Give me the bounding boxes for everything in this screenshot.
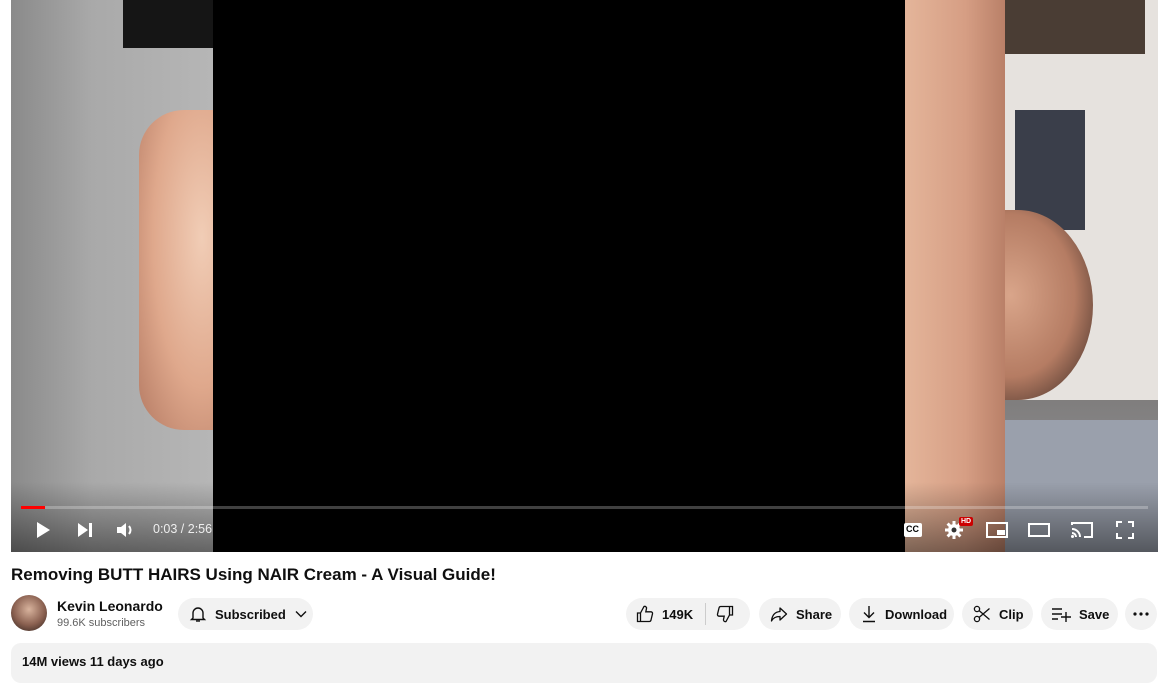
cast-button[interactable] (1070, 518, 1094, 542)
theater-mode-button[interactable] (1027, 518, 1051, 542)
volume-button[interactable] (114, 518, 138, 542)
play-button[interactable] (31, 518, 55, 542)
volume-icon (117, 523, 132, 537)
like-count: 149K (662, 606, 694, 622)
clip-label: Clip (999, 606, 1024, 622)
share-icon (770, 607, 788, 622)
chevron-down-icon (295, 611, 307, 618)
like-divider (705, 603, 707, 625)
video-blackout-overlay (213, 0, 905, 552)
channel-avatar[interactable] (11, 595, 47, 631)
thumbs-down-icon (716, 605, 734, 623)
miniplayer-button[interactable] (985, 518, 1009, 542)
download-label: Download (885, 606, 948, 622)
play-icon (37, 522, 50, 538)
subscriber-count: 99.6K subscribers (57, 617, 146, 629)
clip-button[interactable]: Clip (962, 598, 1033, 630)
time-display: 0:03 / 2:56 (153, 522, 213, 536)
fullscreen-icon (1116, 521, 1134, 539)
download-icon (863, 606, 875, 623)
video-frame-left (11, 0, 229, 552)
scissors-icon (973, 605, 990, 623)
video-title: Removing BUTT HAIRS Using NAIR Cream - A… (11, 565, 496, 584)
cast-icon (1071, 522, 1093, 538)
channel-name[interactable]: Kevin Leonardo (57, 598, 163, 614)
progress-bar[interactable] (21, 506, 1148, 509)
cc-label: CC (906, 524, 919, 534)
subtitles-button[interactable]: CC (902, 518, 924, 542)
like-dislike-group: 149K (626, 598, 750, 630)
thumbs-up-icon (636, 605, 654, 623)
miniplayer-icon (986, 522, 1008, 538)
bell-icon (189, 607, 207, 622)
description-box[interactable]: 14M views 11 days ago (11, 643, 1157, 683)
like-button[interactable]: 149K (636, 605, 693, 623)
more-actions-button[interactable] (1125, 598, 1157, 630)
share-label: Share (796, 606, 833, 622)
subscribed-button[interactable]: Subscribed (178, 598, 313, 630)
fullscreen-button[interactable] (1113, 518, 1137, 542)
save-label: Save (1079, 606, 1110, 622)
more-horizontal-icon (1133, 612, 1149, 616)
view-count-date: 14M views 11 days ago (22, 654, 164, 669)
playlist-add-icon (1052, 608, 1071, 622)
hd-badge: HD (959, 517, 974, 526)
download-button[interactable]: Download (849, 598, 954, 630)
video-player[interactable]: 0:03 / 2:56 CC HD (11, 0, 1158, 552)
subscribed-label: Subscribed (215, 606, 286, 622)
settings-button[interactable]: HD (942, 517, 974, 542)
dislike-button[interactable] (716, 605, 734, 623)
cc-icon: CC (904, 523, 922, 537)
next-button[interactable] (73, 518, 97, 542)
progress-played (21, 506, 45, 509)
next-icon (78, 523, 92, 537)
theater-icon (1028, 523, 1050, 537)
video-frame-right (905, 0, 1158, 552)
share-button[interactable]: Share (759, 598, 841, 630)
save-button[interactable]: Save (1041, 598, 1118, 630)
